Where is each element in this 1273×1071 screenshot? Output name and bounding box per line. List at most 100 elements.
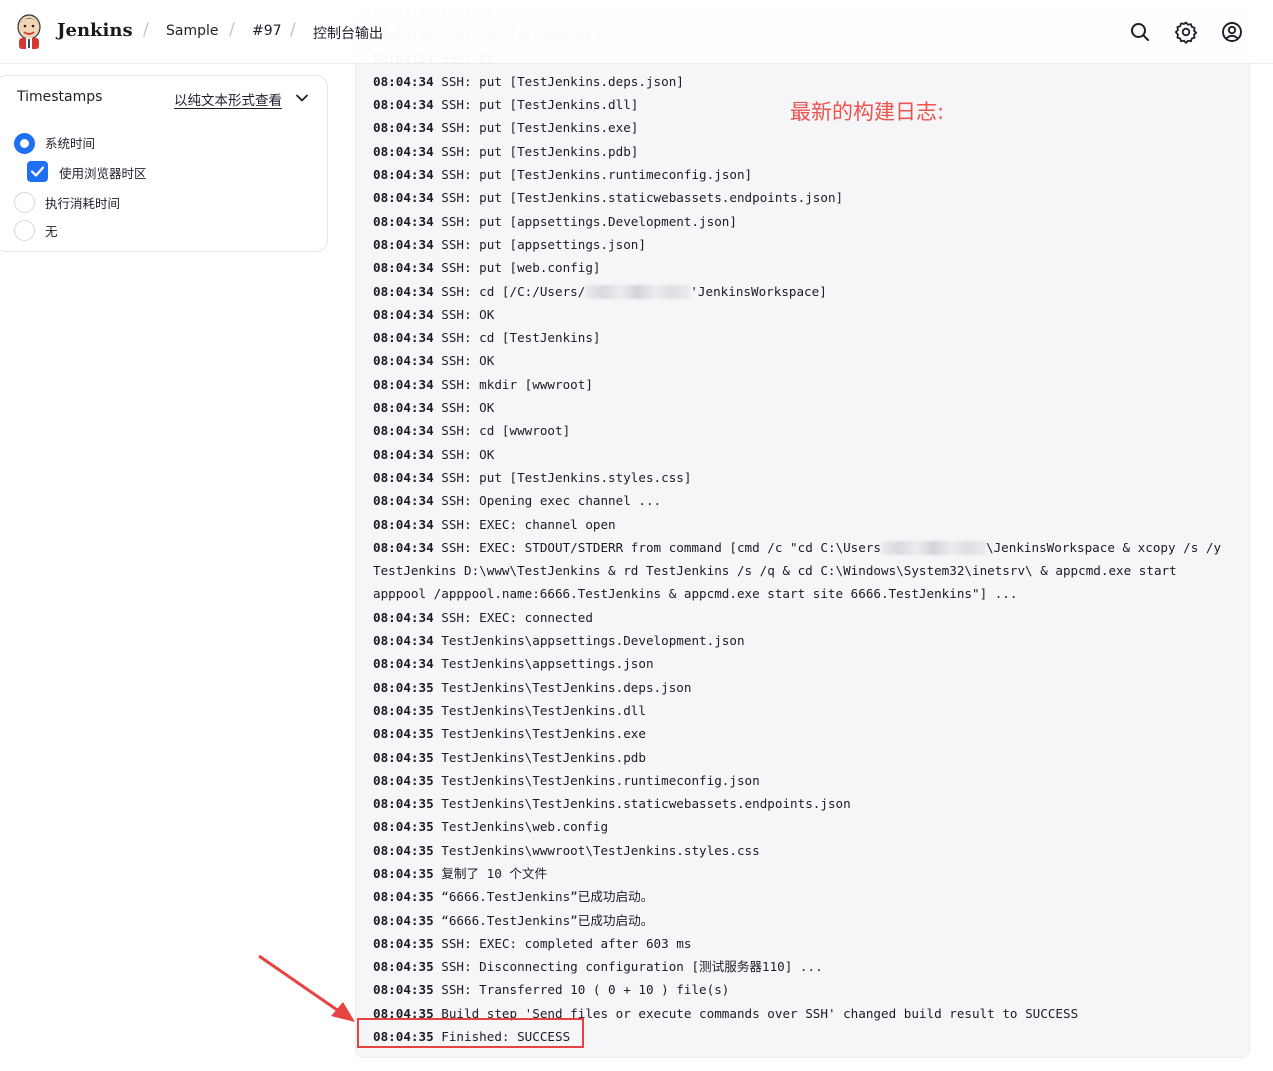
console-timestamp: 08:04:35 xyxy=(373,865,434,881)
radio-system-time[interactable] xyxy=(14,133,35,154)
console-text: TestJenkins\wwwroot\TestJenkins.styles.c… xyxy=(433,842,760,858)
breadcrumb-job[interactable]: Sample xyxy=(166,23,219,39)
console-line: 08:04:34 TestJenkins\appsettings.json xyxy=(373,652,1233,675)
console-timestamp: 08:04:35 xyxy=(373,702,434,718)
breadcrumb-separator: / xyxy=(229,20,235,40)
console-text: SSH: EXEC: connected xyxy=(433,609,593,625)
user-icon[interactable] xyxy=(1220,20,1244,44)
console-text: SSH: cd [TestJenkins] xyxy=(433,330,601,346)
console-timestamp: 08:04:34 xyxy=(373,353,434,369)
console-text: TestJenkins\TestJenkins.dll xyxy=(433,702,646,718)
console-text: SSH: put [TestJenkins.exe] xyxy=(433,120,639,136)
console-timestamp: 08:04:34 xyxy=(373,120,434,136)
console-line: 08:04:35 SSH: EXEC: completed after 603 … xyxy=(373,932,1233,955)
console-line: 08:04:35 TestJenkins\TestJenkins.staticw… xyxy=(373,792,1233,815)
chevron-down-icon[interactable] xyxy=(295,91,309,105)
console-text: SSH: OK xyxy=(433,446,495,462)
console-timestamp: 08:04:34 xyxy=(373,73,434,89)
console-text: SSH: put [TestJenkins.runtimeconfig.json… xyxy=(433,167,753,183)
console-text: “6666.TestJenkins”已成功启动。 xyxy=(433,912,654,928)
console-line: 08:04:35 TestJenkins\wwwroot\TestJenkins… xyxy=(373,839,1233,862)
console-line: 08:04:34 SSH: Opening exec channel ... xyxy=(373,489,1233,512)
console-timestamp: 08:04:34 xyxy=(373,97,434,113)
console-text: SSH: put [TestJenkins.styles.css] xyxy=(433,469,692,485)
jenkins-logo-icon[interactable] xyxy=(14,14,44,50)
console-text: SSH: Disconnecting configuration [测试服务器1… xyxy=(433,959,823,975)
console-line: 08:04:34 SSH: put [appsettings.Developme… xyxy=(373,210,1233,233)
console-timestamp: 08:04:35 xyxy=(373,912,434,928)
console-text: SSH: put [appsettings.Development.json] xyxy=(433,213,737,229)
console-text-after: 'JenkinsWorkspace] xyxy=(690,283,827,299)
console-text: SSH: EXEC: STDOUT/STDERR from command [c… xyxy=(433,539,882,555)
console-line: 08:04:35 TestJenkins\TestJenkins.exe xyxy=(373,722,1233,745)
console-line: 08:04:34 SSH: OK xyxy=(373,349,1233,372)
console-text: SSH: OK xyxy=(433,306,495,322)
checkbox-browser-timezone[interactable] xyxy=(27,161,48,182)
annotation-arrow-icon xyxy=(258,954,355,1022)
console-timestamp: 08:04:34 xyxy=(373,330,434,346)
console-timestamp: 08:04:35 xyxy=(373,679,434,695)
console-text: TestJenkins\TestJenkins.deps.json xyxy=(433,679,692,695)
console-timestamp: 08:04:35 xyxy=(373,982,434,998)
console-text: SSH: Opening exec channel ... xyxy=(433,493,662,509)
search-icon[interactable] xyxy=(1128,20,1152,44)
console-line: 08:04:34 SSH: cd [TestJenkins] xyxy=(373,326,1233,349)
console-line: 08:04:35 “6666.TestJenkins”已成功启动。 xyxy=(373,885,1233,908)
console-timestamp: 08:04:34 xyxy=(373,236,434,252)
redacted-text xyxy=(881,541,987,556)
console-output: 08:04:34 SSH: OK08:04:34 SSH: cd [TestJe… xyxy=(355,0,1250,1058)
top-header: Jenkins / Sample / #97 / 控制台输出 xyxy=(0,0,1273,64)
radio-none[interactable] xyxy=(14,220,35,241)
console-line: 08:04:35 复制了 10 个文件 xyxy=(373,862,1233,885)
console-timestamp: 08:04:34 xyxy=(373,376,434,392)
redacted-text xyxy=(585,285,691,300)
console-text: SSH: mkdir [wwwroot] xyxy=(433,376,593,392)
console-lines: 08:04:34 SSH: OK08:04:34 SSH: cd [TestJe… xyxy=(373,0,1233,1048)
view-plain-text-link[interactable]: 以纯文本形式查看 xyxy=(174,89,282,109)
console-timestamp: 08:04:34 xyxy=(373,213,434,229)
console-line: 08:04:35 TestJenkins\TestJenkins.deps.js… xyxy=(373,676,1233,699)
console-timestamp: 08:04:34 xyxy=(373,469,434,485)
console-text: SSH: OK xyxy=(433,400,495,416)
console-line: 08:04:34 SSH: put [TestJenkins.runtimeco… xyxy=(373,163,1233,186)
option-label-system-time: 系统时间 xyxy=(45,136,96,151)
gear-icon[interactable] xyxy=(1174,20,1198,44)
console-timestamp: 08:04:34 xyxy=(373,260,434,276)
console-text: SSH: put [TestJenkins.staticwebassets.en… xyxy=(433,190,844,206)
console-text: TestJenkins\TestJenkins.runtimeconfig.js… xyxy=(433,772,760,788)
console-line: 08:04:34 SSH: cd [wwwroot] xyxy=(373,419,1233,442)
radio-elapsed-time[interactable] xyxy=(14,192,35,213)
console-line: 08:04:34 SSH: cd [/C:/Users/ 'JenkinsWork… xyxy=(373,280,1233,303)
console-text: SSH: put [appsettings.json] xyxy=(433,236,646,252)
breadcrumb-separator: / xyxy=(143,20,149,40)
console-timestamp: 08:04:35 xyxy=(373,726,434,742)
console-text: SSH: cd [wwwroot] xyxy=(433,423,571,439)
console-line: 08:04:34 SSH: put [TestJenkins.deps.json… xyxy=(373,70,1233,93)
console-line: 08:04:34 SSH: mkdir [wwwroot] xyxy=(373,373,1233,396)
brand-title[interactable]: Jenkins xyxy=(57,20,133,41)
console-line: 08:04:34 SSH: EXEC: channel open xyxy=(373,513,1233,536)
breadcrumb-console[interactable]: 控制台输出 xyxy=(313,23,383,43)
breadcrumb-separator: / xyxy=(290,20,296,40)
console-timestamp: 08:04:34 xyxy=(373,306,434,322)
console-text: SSH: put [TestJenkins.pdb] xyxy=(433,143,639,159)
console-line: 08:04:35 TestJenkins\TestJenkins.runtime… xyxy=(373,769,1233,792)
timestamps-panel: Timestamps 以纯文本形式查看 系统时间 使用浏览器时区 执行消耗时间 … xyxy=(0,75,328,252)
console-line: 08:04:34 SSH: put [web.config] xyxy=(373,256,1233,279)
option-label-elapsed-time: 执行消耗时间 xyxy=(45,196,121,211)
console-line: 08:04:34 SSH: OK xyxy=(373,396,1233,419)
breadcrumb-build[interactable]: #97 xyxy=(252,23,282,39)
console-line: 08:04:35 TestJenkins\TestJenkins.pdb xyxy=(373,746,1233,769)
console-timestamp: 08:04:35 xyxy=(373,819,434,835)
console-text: SSH: OK xyxy=(433,353,495,369)
console-timestamp: 08:04:35 xyxy=(373,959,434,975)
console-text: SSH: Transferred 10 ( 0 + 10 ) file(s) xyxy=(433,982,730,998)
console-line: 08:04:35 SSH: Disconnecting configuratio… xyxy=(373,955,1233,978)
console-text: TestJenkins\TestJenkins.exe xyxy=(433,726,646,742)
console-text: SSH: put [TestJenkins.deps.json] xyxy=(433,73,684,89)
console-line: 08:04:34 SSH: put [TestJenkins.styles.cs… xyxy=(373,466,1233,489)
console-timestamp: 08:04:34 xyxy=(373,423,434,439)
option-label-none: 无 xyxy=(45,224,58,239)
console-text: SSH: cd [/C:/Users/ xyxy=(433,283,586,299)
console-line: 08:04:34 TestJenkins\appsettings.Develop… xyxy=(373,629,1233,652)
